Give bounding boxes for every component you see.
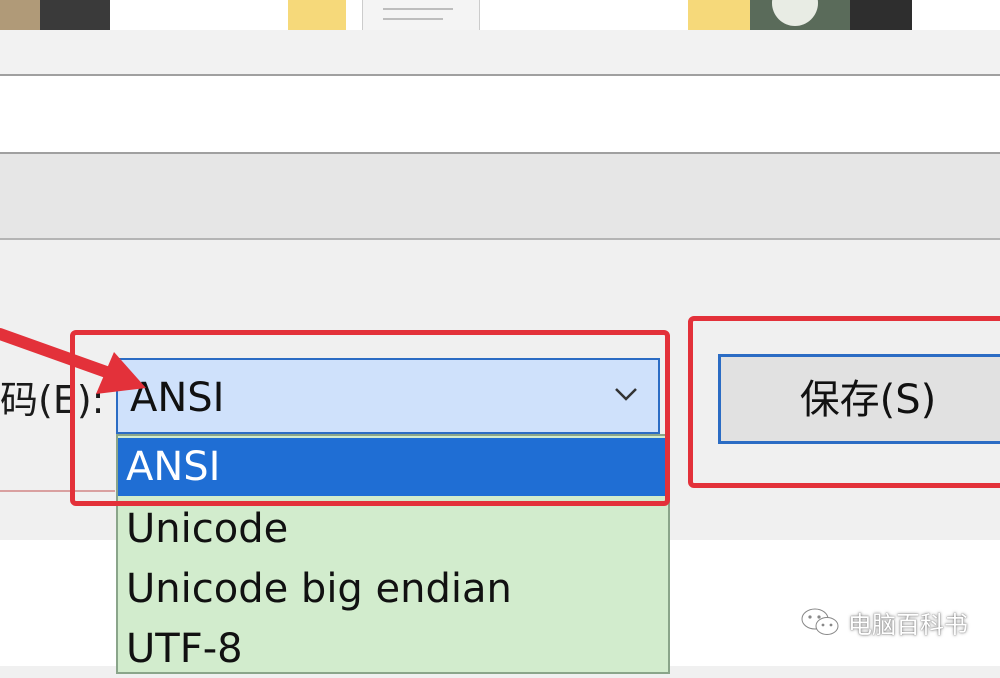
red-arrow-pointer bbox=[0, 328, 146, 394]
wechat-logo bbox=[801, 608, 839, 635]
watermark-text: 电脑百科书 bbox=[848, 610, 968, 639]
document-thumbnail[interactable] bbox=[362, 0, 480, 30]
image-thumbnail[interactable] bbox=[750, 0, 850, 30]
encoding-option-unicode[interactable]: Unicode bbox=[118, 500, 668, 558]
file-thumbnail-strip bbox=[0, 0, 1000, 30]
encoding-option-utf8[interactable]: UTF-8 bbox=[118, 620, 668, 678]
save-highlight-box bbox=[688, 316, 1000, 488]
file-thumbnail[interactable] bbox=[0, 0, 110, 30]
file-list-footer bbox=[0, 30, 1000, 74]
filename-field-area bbox=[0, 76, 1000, 152]
encoding-option-unicode-big-endian[interactable]: Unicode big endian bbox=[118, 560, 668, 618]
folder-thumbnail[interactable] bbox=[288, 0, 346, 30]
save-type-row bbox=[0, 154, 1000, 238]
encoding-highlight-box bbox=[70, 330, 670, 506]
watermark: 电脑百科书 bbox=[800, 604, 968, 640]
image-thumbnail[interactable] bbox=[850, 0, 912, 30]
folder-thumbnail[interactable] bbox=[688, 0, 750, 30]
